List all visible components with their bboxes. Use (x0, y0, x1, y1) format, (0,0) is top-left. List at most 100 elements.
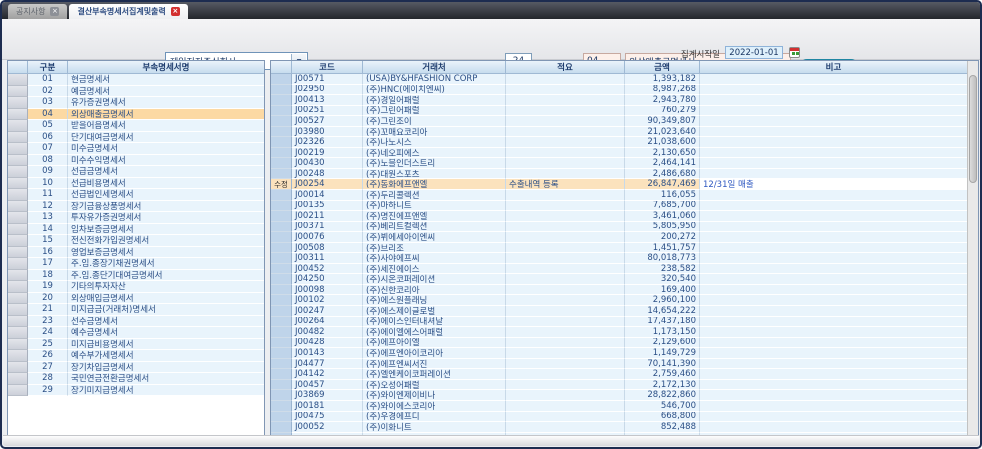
row-selector[interactable] (8, 109, 28, 121)
scrollbar-thumb[interactable] (969, 75, 977, 183)
row-selector[interactable] (8, 281, 28, 293)
ledger-row[interactable]: J00527(주)그린조이90,349,807 (271, 116, 967, 127)
row-marker[interactable] (271, 243, 292, 254)
row-marker[interactable] (271, 359, 292, 370)
ledger-row[interactable]: J00219(주)네오피에스2,130,650 (271, 148, 967, 159)
row-selector[interactable] (8, 385, 28, 397)
row-selector[interactable] (8, 120, 28, 132)
statement-row[interactable]: 17주.임.종장기채권명세서 (8, 258, 264, 270)
row-marker[interactable] (271, 232, 292, 243)
row-selector[interactable] (8, 86, 28, 98)
ledger-row[interactable]: J00264(주)에이스인터내셔날17,437,180 (271, 317, 967, 328)
row-marker[interactable] (271, 116, 292, 127)
row-marker[interactable] (271, 74, 292, 85)
statement-row[interactable]: 10선급비용명세서 (8, 178, 264, 190)
statement-row[interactable]: 29장기미지급명세서 (8, 385, 264, 397)
statement-row[interactable]: 04외상매출금명세서 (8, 109, 264, 121)
statement-row[interactable]: 03유가증권명세서 (8, 97, 264, 109)
row-selector[interactable] (8, 74, 28, 86)
row-selector[interactable] (8, 350, 28, 362)
row-marker[interactable] (271, 148, 292, 159)
ledger-row[interactable]: J02326(주)나노시스21,038,600 (271, 137, 967, 148)
row-marker[interactable] (271, 348, 292, 359)
statement-row[interactable]: 19기타의투자자산 (8, 281, 264, 293)
row-marker[interactable] (271, 390, 292, 401)
ledger-row[interactable]: J00571(USA)BY&HFASHION CORP1,393,182 (271, 74, 967, 85)
ledger-row[interactable]: J00211(주)명진에프앤엘3,461,060 (271, 211, 967, 222)
ledger-row[interactable]: J00430(주)노블인더스트리2,464,141 (271, 158, 967, 169)
row-selector[interactable] (8, 327, 28, 339)
ledger-row[interactable]: J00428(주)에프아이엘2,129,600 (271, 338, 967, 349)
close-icon[interactable]: × (50, 7, 59, 16)
vertical-scrollbar[interactable] (967, 61, 978, 435)
statement-row[interactable]: 05받을어음명세서 (8, 120, 264, 132)
row-marker[interactable] (271, 201, 292, 212)
ledger-row[interactable]: J00311(주)사야에프씨80,018,773 (271, 253, 967, 264)
row-marker[interactable] (271, 369, 292, 380)
row-selector[interactable] (8, 224, 28, 236)
row-marker[interactable] (271, 211, 292, 222)
row-selector[interactable] (8, 189, 28, 201)
row-selector[interactable] (8, 270, 28, 282)
row-marker[interactable] (271, 95, 292, 106)
ledger-row[interactable]: J00014(주)두리콜렉션116,055 (271, 190, 967, 201)
ledger-row[interactable]: J00076(주)뷔에세아이엔씨200,272 (271, 232, 967, 243)
statement-row[interactable]: 16영업보증금명세서 (8, 247, 264, 259)
statement-row[interactable]: 13투자유가증권명세서 (8, 212, 264, 224)
row-marker[interactable] (271, 127, 292, 138)
row-selector[interactable] (8, 132, 28, 144)
statement-row[interactable]: 02예금명세서 (8, 86, 264, 98)
ledger-row[interactable]: J00475(주)우경에프디668,800 (271, 412, 967, 423)
statement-row[interactable]: 12장기금융상품명세서 (8, 201, 264, 213)
statement-row[interactable]: 25미지급비용명세서 (8, 339, 264, 351)
tab-report[interactable]: 결산부속명세서집계및출력 × (69, 4, 187, 19)
row-selector[interactable] (8, 178, 28, 190)
ledger-row[interactable]: J00371(주)베리트컬렉션5,805,950 (271, 222, 967, 233)
row-selector[interactable] (8, 97, 28, 109)
ledger-row[interactable]: J00251(주)그린어패럴760,279 (271, 106, 967, 117)
row-selector[interactable] (8, 247, 28, 259)
row-marker[interactable] (271, 338, 292, 349)
row-marker[interactable] (271, 264, 292, 275)
ledger-row[interactable]: J04250(주)시온코퍼레이션320,540 (271, 274, 967, 285)
ledger-row[interactable]: J00248(주)대원스포츠2,486,680 (271, 169, 967, 180)
row-marker[interactable] (271, 85, 292, 96)
ledger-row[interactable]: J00457(주)오성어패럴2,172,130 (271, 380, 967, 391)
row-marker[interactable] (271, 306, 292, 317)
row-marker[interactable] (271, 295, 292, 306)
statement-row[interactable]: 07미수금명세서 (8, 143, 264, 155)
ledger-row[interactable]: J00102(주)에스원플래닝2,960,100 (271, 295, 967, 306)
row-selector[interactable] (8, 143, 28, 155)
ledger-row[interactable]: J00413(주)경일어패럴2,943,780 (271, 95, 967, 106)
statement-row[interactable]: 21미지급금(거래처)명세서 (8, 304, 264, 316)
row-marker[interactable] (271, 190, 292, 201)
row-selector[interactable] (8, 166, 28, 178)
statement-row[interactable]: 06단기대여금명세서 (8, 132, 264, 144)
close-icon[interactable]: × (171, 7, 180, 16)
ledger-row[interactable]: J00052(주)이화니트852,488 (271, 422, 967, 433)
row-marker[interactable] (271, 169, 292, 180)
ledger-row[interactable]: J04477(주)에프엔씨서진70,141,390 (271, 359, 967, 370)
ledger-row[interactable]: J00508(주)브리조1,451,757 (271, 243, 967, 254)
row-selector[interactable] (8, 304, 28, 316)
tab-notice[interactable]: 공지사항 × (8, 4, 67, 19)
row-marker[interactable] (271, 222, 292, 233)
row-marker[interactable] (271, 327, 292, 338)
row-marker[interactable] (271, 412, 292, 423)
row-marker[interactable] (271, 422, 292, 433)
ledger-row[interactable]: J00143(주)에프엔아이코리아1,149,729 (271, 348, 967, 359)
ledger-row[interactable]: J00135(주)마하니트7,685,700 (271, 201, 967, 212)
row-selector[interactable] (8, 201, 28, 213)
calendar-icon[interactable] (789, 47, 800, 58)
ledger-row[interactable]: J00181(주)와이에스코리아546,700 (271, 401, 967, 412)
row-selector[interactable] (8, 373, 28, 385)
row-selector[interactable] (8, 362, 28, 374)
ledger-row[interactable]: 수정J00254(주)동화에프앤엘수출내역 등록26,847,46912/31일… (271, 179, 967, 190)
statement-row[interactable]: 09선급금명세서 (8, 166, 264, 178)
row-selector[interactable] (8, 235, 28, 247)
ledger-row[interactable]: J04142(주)엘엔케이코퍼레이션2,759,460 (271, 369, 967, 380)
row-selector[interactable] (8, 258, 28, 270)
row-marker[interactable]: 수정 (271, 179, 292, 190)
statement-row[interactable]: 01현금명세서 (8, 74, 264, 86)
row-marker[interactable] (271, 106, 292, 117)
